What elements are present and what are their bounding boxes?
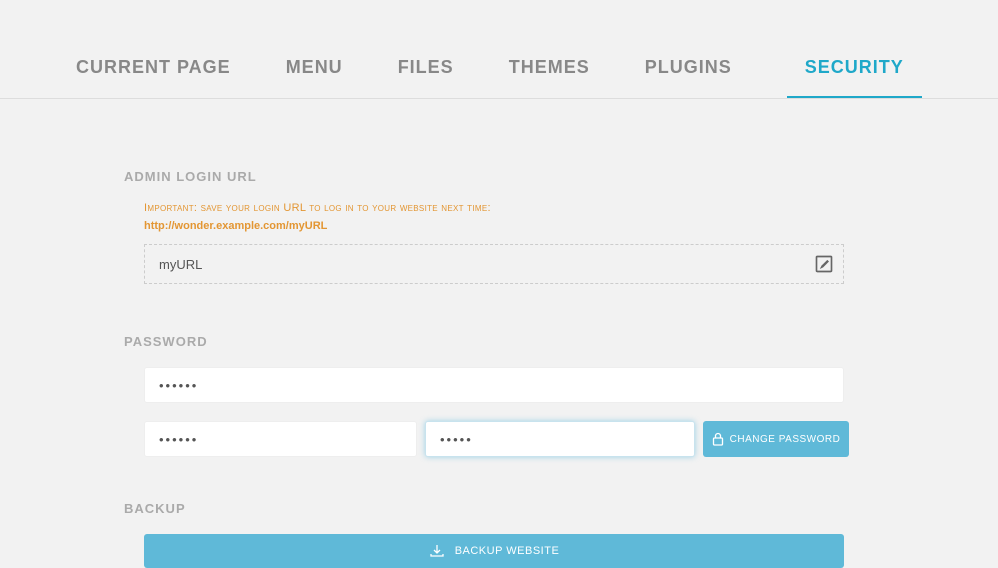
change-password-label: change password	[730, 434, 841, 445]
tab-plugins[interactable]: plugins	[645, 39, 759, 98]
tabs-container: current page menu files themes plugins s…	[76, 39, 922, 98]
backup-section: backup backup website	[124, 501, 998, 568]
password-section: password change password	[124, 334, 998, 457]
backup-button[interactable]: backup website	[144, 534, 844, 568]
login-url-link: http://wonder.example.com/myURL	[144, 220, 327, 232]
change-password-button[interactable]: change password	[703, 421, 849, 457]
lock-icon	[712, 432, 724, 446]
password-row2: change password	[144, 421, 998, 457]
header: current page menu files themes plugins s…	[0, 0, 998, 99]
tab-themes[interactable]: themes	[509, 39, 617, 98]
password-new-input[interactable]	[144, 421, 417, 457]
backup-button-label: backup website	[455, 545, 560, 557]
password-title: password	[124, 334, 998, 349]
edit-icon[interactable]	[814, 254, 834, 274]
login-url-input[interactable]	[144, 244, 844, 284]
important-text: Important: save your login URL to log in…	[144, 202, 998, 214]
password-old-input[interactable]	[144, 367, 844, 403]
url-input-wrapper	[144, 244, 844, 284]
password-confirm-input[interactable]	[425, 421, 695, 457]
tab-files[interactable]: files	[398, 39, 481, 98]
admin-login-title: admin login url	[124, 169, 998, 184]
password-row1	[144, 367, 998, 403]
content: admin login url Important: save your log…	[0, 99, 998, 568]
admin-login-section: admin login url Important: save your log…	[124, 169, 998, 284]
tab-current-page[interactable]: current page	[76, 39, 258, 98]
tab-menu[interactable]: menu	[286, 39, 370, 98]
tab-security[interactable]: security	[787, 39, 922, 98]
backup-title: backup	[124, 501, 998, 516]
download-icon	[429, 543, 445, 559]
